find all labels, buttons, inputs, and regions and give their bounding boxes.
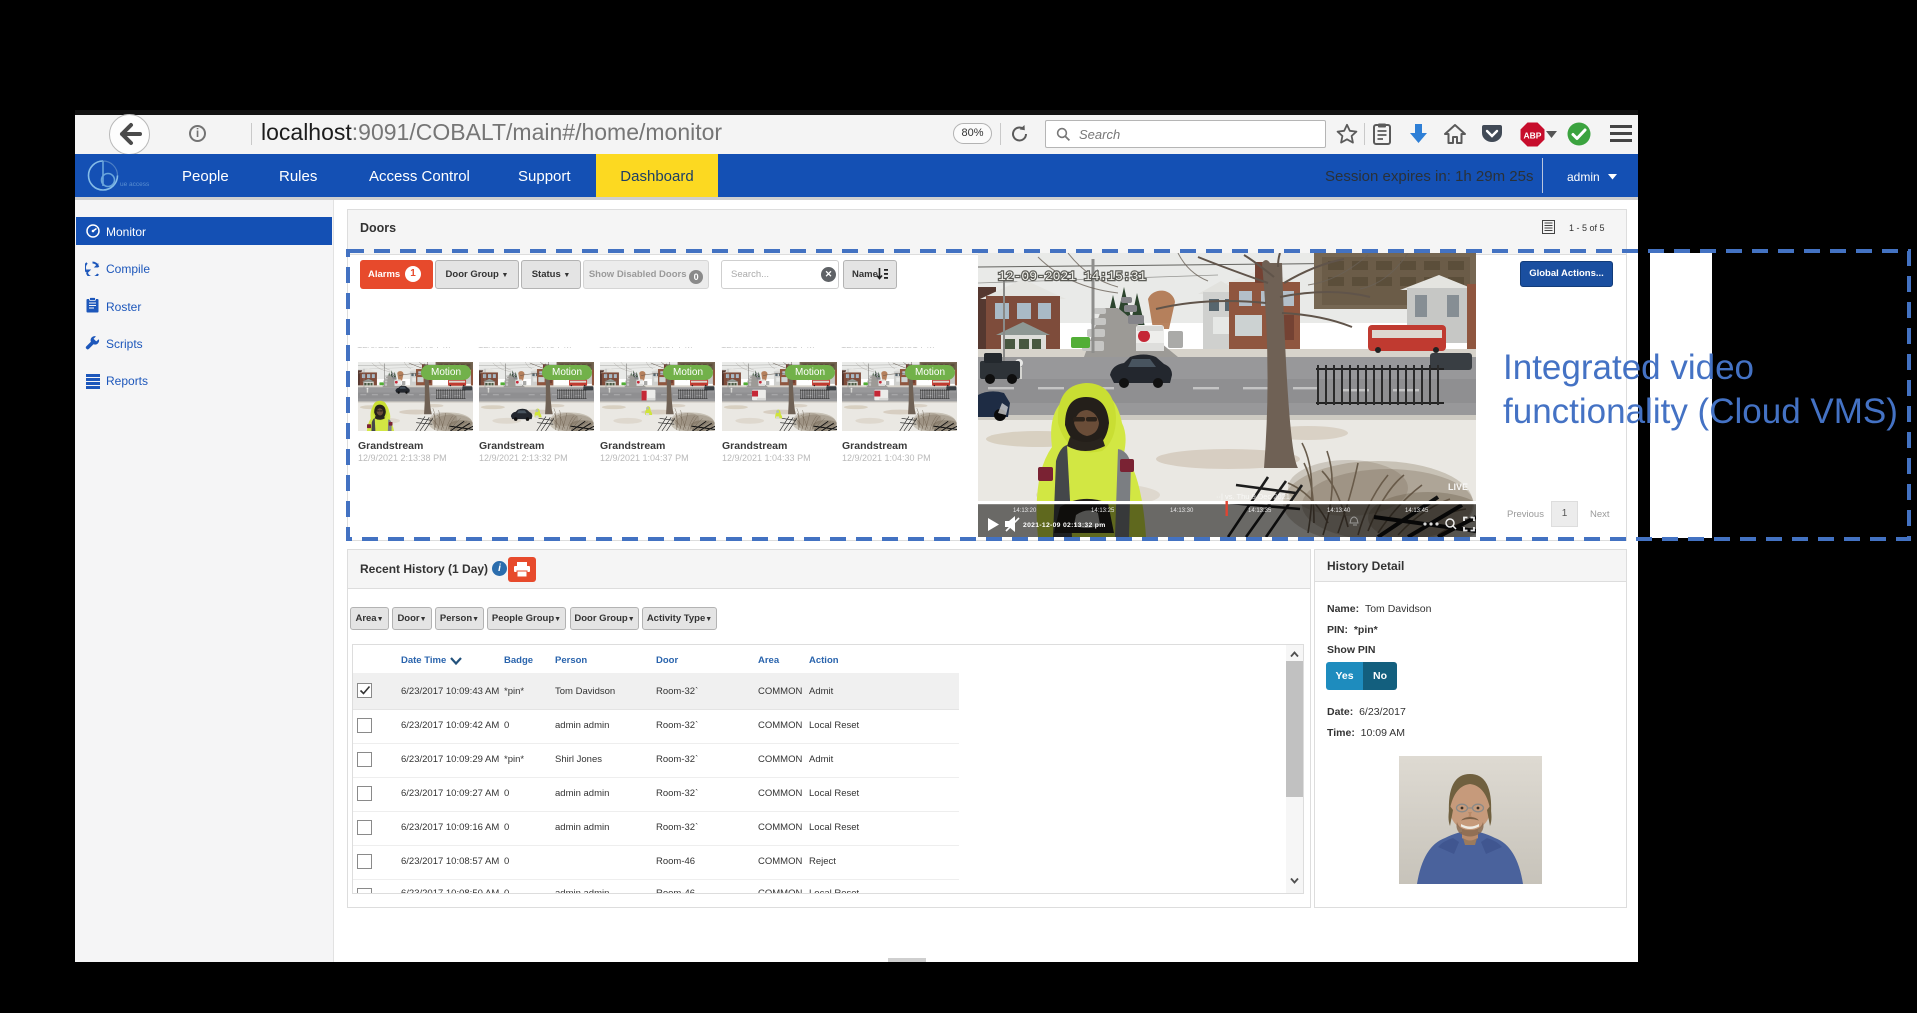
svg-text:LIVE: LIVE <box>1448 482 1468 492</box>
svg-text:14:13:30: 14:13:30 <box>1170 508 1194 514</box>
svg-text:··| vs. Thu 9 Dec 2021: ··| vs. Thu 9 Dec 2021 <box>1216 492 1290 501</box>
svg-text:14:13:45: 14:13:45 <box>1405 508 1429 514</box>
svg-text:12-09-2021 14:15:31: 12-09-2021 14:15:31 <box>998 269 1146 284</box>
svg-text:14:13:40: 14:13:40 <box>1327 508 1351 514</box>
svg-text:14:13:35: 14:13:35 <box>1248 508 1272 514</box>
svg-text:14:13:25: 14:13:25 <box>1091 508 1115 514</box>
svg-text:2021-12-09 02:13:32 pm: 2021-12-09 02:13:32 pm <box>1023 522 1106 529</box>
svg-text:ue access: ue access <box>120 181 150 188</box>
svg-text:ABP: ABP <box>1524 131 1542 141</box>
svg-text:14:13:20: 14:13:20 <box>1013 508 1037 514</box>
